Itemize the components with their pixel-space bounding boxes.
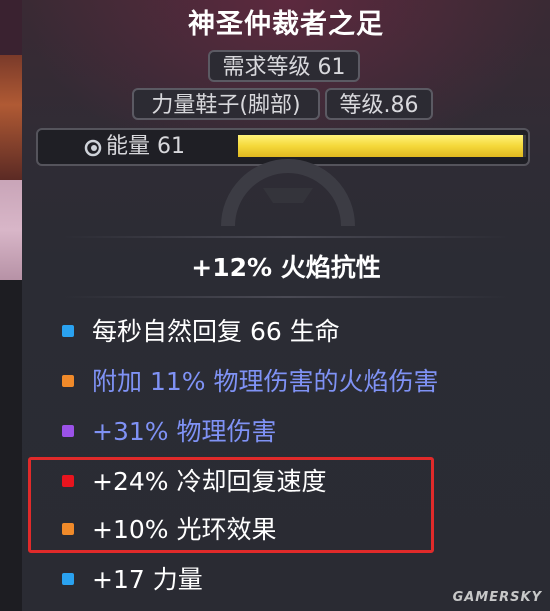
- energy-bar: [238, 135, 526, 157]
- affix-tier-icon: [62, 375, 74, 387]
- affix-row: +31% 物理伤害: [22, 412, 550, 452]
- required-level-tag: 需求等级 61: [208, 50, 360, 82]
- energy-icon: [84, 139, 102, 157]
- affix-tier-icon: [62, 325, 74, 337]
- affix-tier-icon: [62, 425, 74, 437]
- affix-row: 附加 11% 物理伤害的火焰伤害: [22, 362, 550, 402]
- affix-text: 附加 11% 物理伤害的火焰伤害: [92, 367, 439, 396]
- affix-text: +17 力量: [92, 565, 203, 594]
- item-emblem-icon: [221, 159, 355, 227]
- divider: [62, 236, 510, 238]
- implicit-affix: +12% 火焰抗性: [191, 253, 381, 282]
- affix-tier-icon: [62, 573, 74, 585]
- item-name: 神圣仲裁者之足: [188, 9, 384, 40]
- energy-bar-fill: [238, 135, 524, 157]
- item-type-tag: 力量鞋子(脚部): [132, 88, 320, 120]
- highlight-box: [28, 457, 434, 553]
- affix-row: 每秒自然回复 66 生命: [22, 312, 550, 352]
- energy-label: 能量 61: [106, 134, 185, 159]
- divider: [62, 296, 510, 298]
- affix-text: +31% 物理伤害: [92, 417, 277, 446]
- item-tooltip: 神圣仲裁者之足 需求等级 61 力量鞋子(脚部) 等级.86 能量 61 +12…: [22, 0, 550, 611]
- affix-text: 每秒自然回复 66 生命: [92, 317, 340, 346]
- item-level-tag: 等级.86: [325, 88, 433, 120]
- watermark: GAMERSKY: [452, 590, 542, 605]
- background-scene: [0, 0, 22, 611]
